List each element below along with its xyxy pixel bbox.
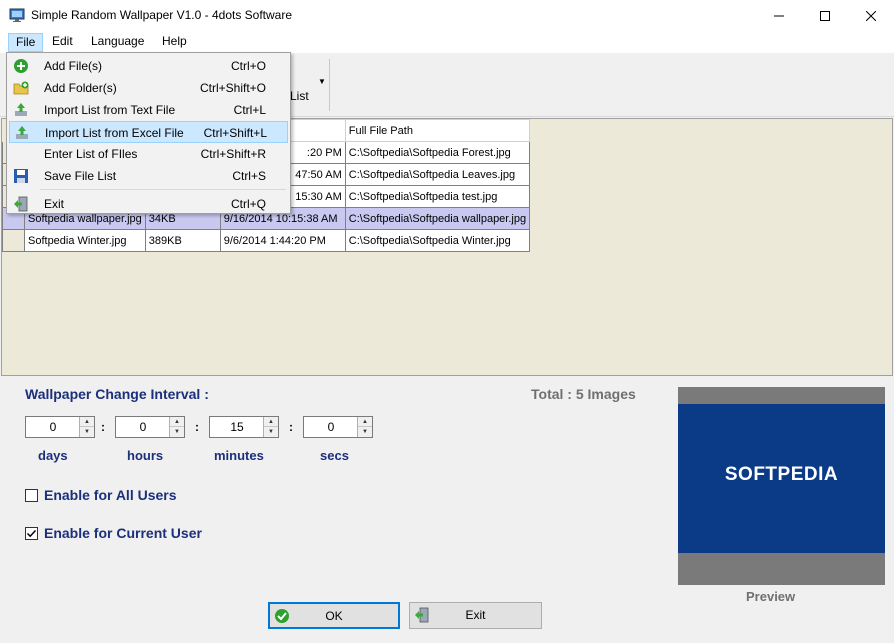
app-icon xyxy=(9,8,25,22)
import-text-icon xyxy=(15,103,27,116)
toolbar-list-label[interactable]: List xyxy=(290,89,309,103)
hours-value[interactable]: 0 xyxy=(116,417,170,437)
wallpaper-preview: SOFTPEDIA xyxy=(678,387,885,585)
exit-button-label: Exit xyxy=(465,608,486,622)
preview-label: Preview xyxy=(746,589,796,604)
header-full-path[interactable]: Full File Path xyxy=(344,119,531,142)
colon-separator: : xyxy=(195,420,199,434)
stepper-up-icon[interactable]: ▲ xyxy=(358,417,372,427)
hours-label: hours xyxy=(127,448,164,463)
add-file-icon xyxy=(14,59,28,73)
cell-path: C:\Softpedia\Softpedia test.jpg xyxy=(344,185,531,208)
close-button[interactable] xyxy=(848,0,894,31)
menu-language[interactable]: Language xyxy=(84,33,151,52)
cell-path: C:\Softpedia\Softpedia Winter.jpg xyxy=(344,229,531,252)
all-users-label[interactable]: Enable for All Users xyxy=(44,487,177,503)
menu-edit[interactable]: Edit xyxy=(45,33,80,52)
preview-image: SOFTPEDIA xyxy=(678,404,885,553)
minimize-button[interactable] xyxy=(756,0,802,31)
minimize-icon xyxy=(774,15,784,16)
colon-separator: : xyxy=(289,420,293,434)
colon-separator: : xyxy=(101,420,105,434)
menu-item-label: Import List from Excel File xyxy=(45,126,184,140)
current-user-label[interactable]: Enable for Current User xyxy=(44,525,202,541)
file-menu-dropdown: Add File(s) Ctrl+O Add Folder(s) Ctrl+Sh… xyxy=(6,52,291,214)
window-title: Simple Random Wallpaper V1.0 - 4dots Sof… xyxy=(31,8,293,22)
menu-file[interactable]: File xyxy=(8,33,44,52)
preview-logo: SOFTPEDIA xyxy=(724,464,839,485)
toolbar-dropdown-arrow-icon[interactable]: ▼ xyxy=(318,77,326,86)
exit-button[interactable]: Exit xyxy=(409,602,542,629)
menu-item-shortcut: Ctrl+O xyxy=(230,59,266,73)
stepper-buttons: ▲ ▼ xyxy=(169,417,184,437)
menu-item-enter-list[interactable]: Enter List of FIles Ctrl+Shift+R xyxy=(9,143,288,165)
menu-bar: File Edit Language Help xyxy=(0,31,894,53)
save-icon xyxy=(14,169,28,183)
minutes-value[interactable]: 15 xyxy=(210,417,264,437)
cell-size: 389KB xyxy=(144,229,221,252)
stepper-up-icon[interactable]: ▲ xyxy=(264,417,278,427)
hours-stepper[interactable]: 0 ▲ ▼ xyxy=(115,416,185,438)
days-stepper[interactable]: 0 ▲ ▼ xyxy=(25,416,95,438)
interval-title: Wallpaper Change Interval : xyxy=(25,386,209,402)
menu-item-shortcut: Ctrl+Shift+L xyxy=(203,126,267,140)
total-images: Total : 5 Images xyxy=(531,386,636,402)
cell-date: 9/6/2014 1:44:20 PM xyxy=(219,229,346,252)
stepper-up-icon[interactable]: ▲ xyxy=(80,417,94,427)
stepper-buttons: ▲ ▼ xyxy=(357,417,372,437)
menu-item-save-list[interactable]: Save File List Ctrl+S xyxy=(9,165,288,187)
menu-item-shortcut: Ctrl+Shift+R xyxy=(200,147,266,161)
stepper-buttons: ▲ ▼ xyxy=(263,417,278,437)
cell-path: C:\Softpedia\Softpedia Leaves.jpg xyxy=(344,163,531,186)
checkmark-icon xyxy=(26,529,37,538)
menu-item-add-files[interactable]: Add File(s) Ctrl+O xyxy=(9,55,288,77)
days-value[interactable]: 0 xyxy=(26,417,80,437)
exit-icon xyxy=(14,196,28,212)
maximize-icon xyxy=(820,10,830,21)
menu-item-label: Add Folder(s) xyxy=(44,81,117,95)
menu-item-label: Exit xyxy=(44,197,65,211)
ok-button-label: OK xyxy=(325,609,343,623)
cell-path: C:\Softpedia\Softpedia Forest.jpg xyxy=(344,141,531,164)
menu-separator xyxy=(40,189,286,190)
cell-path: C:\Softpedia\Softpedia wallpaper.jpg xyxy=(344,207,531,230)
menu-item-shortcut: Ctrl+Shift+O xyxy=(199,81,266,95)
menu-item-shortcut: Ctrl+S xyxy=(232,169,266,183)
stepper-down-icon[interactable]: ▼ xyxy=(264,427,278,437)
menu-item-label: Enter List of FIles xyxy=(44,147,138,161)
ok-button[interactable]: OK xyxy=(268,602,400,629)
minutes-label: minutes xyxy=(214,448,264,463)
secs-stepper[interactable]: 0 ▲ ▼ xyxy=(303,416,373,438)
stepper-down-icon[interactable]: ▼ xyxy=(80,427,94,437)
days-label: days xyxy=(38,448,68,463)
minutes-stepper[interactable]: 15 ▲ ▼ xyxy=(209,416,279,438)
import-excel-icon xyxy=(16,126,28,139)
current-user-checkbox[interactable] xyxy=(25,527,38,540)
title-bar: Simple Random Wallpaper V1.0 - 4dots Sof… xyxy=(0,0,894,31)
stepper-down-icon[interactable]: ▼ xyxy=(358,427,372,437)
maximize-button[interactable] xyxy=(802,0,848,31)
close-icon xyxy=(866,10,876,21)
menu-item-exit[interactable]: Exit Ctrl+Q xyxy=(9,193,288,215)
table-row[interactable]: Softpedia Winter.jpg 389KB 9/6/2014 1:44… xyxy=(2,229,531,252)
stepper-up-icon[interactable]: ▲ xyxy=(170,417,184,427)
menu-item-import-text[interactable]: Import List from Text File Ctrl+L xyxy=(9,99,288,121)
menu-help[interactable]: Help xyxy=(155,33,194,52)
cell-name: Softpedia Winter.jpg xyxy=(24,229,146,252)
toolbar-separator xyxy=(329,59,330,111)
menu-item-label: Add File(s) xyxy=(44,59,103,73)
menu-item-import-excel[interactable]: Import List from Excel File Ctrl+Shift+L xyxy=(9,121,288,143)
stepper-buttons: ▲ ▼ xyxy=(79,417,94,437)
all-users-checkbox[interactable] xyxy=(25,489,38,502)
add-folder-icon xyxy=(13,81,29,95)
stepper-down-icon[interactable]: ▼ xyxy=(170,427,184,437)
menu-item-shortcut: Ctrl+L xyxy=(233,103,266,117)
menu-item-label: Save File List xyxy=(44,169,117,183)
menu-item-label: Import List from Text File xyxy=(44,103,176,117)
menu-item-shortcut: Ctrl+Q xyxy=(230,197,266,211)
secs-label: secs xyxy=(320,448,349,463)
secs-value[interactable]: 0 xyxy=(304,417,358,437)
menu-item-add-folders[interactable]: Add Folder(s) Ctrl+Shift+O xyxy=(9,77,288,99)
row-header-cell[interactable] xyxy=(2,229,25,252)
